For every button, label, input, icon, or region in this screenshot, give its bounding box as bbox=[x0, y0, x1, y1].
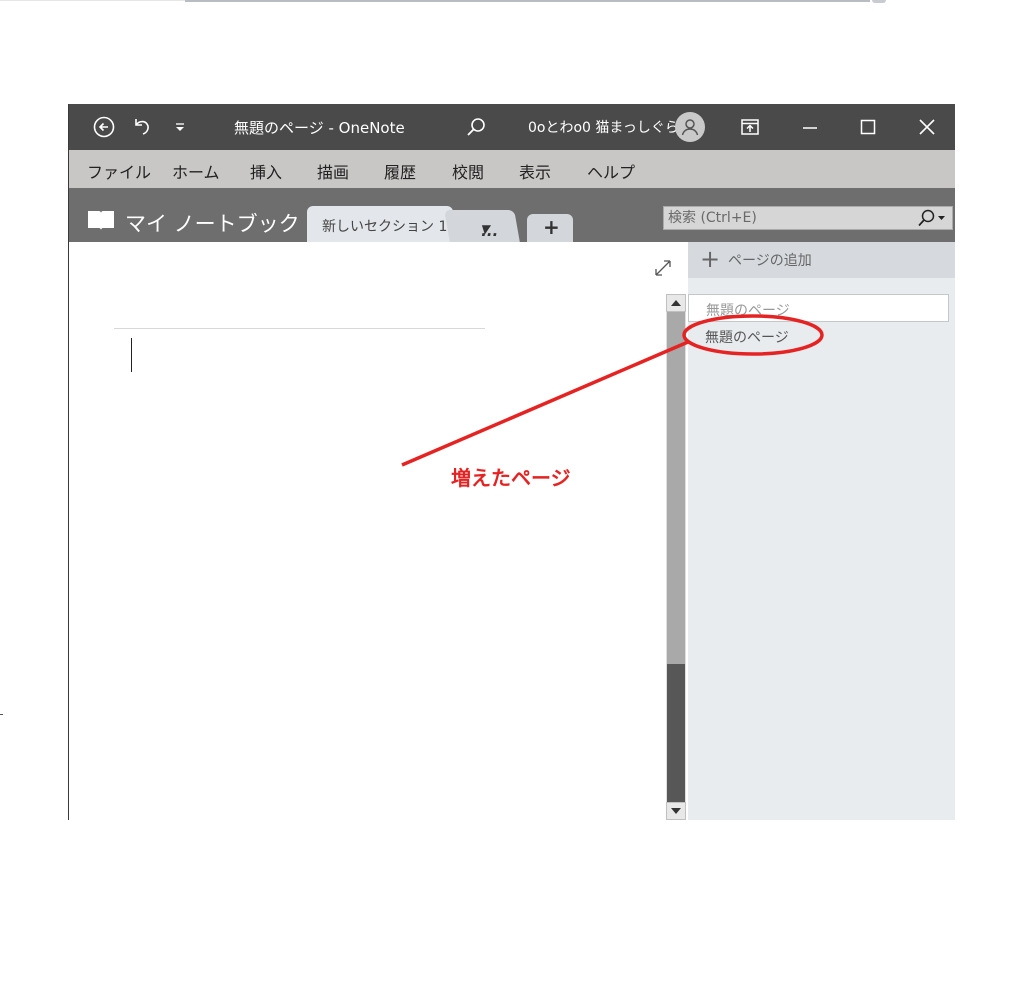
arrow-down-icon bbox=[671, 808, 681, 814]
tab-more-sections[interactable]: ... ▼ bbox=[444, 210, 520, 242]
menu-review[interactable]: 校閲 bbox=[452, 159, 484, 183]
search-input[interactable] bbox=[668, 208, 908, 228]
maximize-icon[interactable] bbox=[855, 114, 881, 140]
menu-help[interactable]: ヘルプ bbox=[587, 159, 635, 183]
ribbon-tabs: ファイル ホーム 挿入 描画 履歴 校閲 表示 ヘルプ bbox=[69, 150, 955, 188]
user-name[interactable]: 0oとわo0 猫まっしぐら bbox=[528, 117, 679, 137]
close-icon[interactable] bbox=[914, 114, 940, 140]
notebook-bar: マイ ノートブック ▼ 新しいセクション 1 ... ▼ + bbox=[69, 188, 955, 242]
notebook-icon[interactable] bbox=[86, 208, 116, 236]
vertical-scrollbar[interactable] bbox=[666, 294, 686, 820]
quick-access-dropdown-icon[interactable] bbox=[169, 114, 191, 140]
menu-history[interactable]: 履歴 bbox=[384, 159, 416, 183]
annotation-label: 増えたページ bbox=[451, 466, 571, 490]
notebook-selector[interactable]: マイ ノートブック ▼ bbox=[125, 208, 322, 238]
menu-file[interactable]: ファイル bbox=[87, 159, 151, 183]
undo-icon[interactable] bbox=[129, 114, 155, 140]
add-page-button[interactable]: + ページの追加 bbox=[688, 242, 955, 278]
expand-icon[interactable] bbox=[653, 258, 673, 282]
add-page-label: ページの追加 bbox=[728, 253, 812, 269]
search-icon[interactable] bbox=[464, 114, 488, 140]
title-bar: 無題のページ - OneNote 0oとわo0 猫まっしぐら bbox=[69, 104, 955, 150]
search-dropdown-icon[interactable] bbox=[914, 208, 948, 232]
screen-edge-line-left bbox=[0, 0, 185, 1]
screen-edge-line bbox=[185, 0, 870, 2]
edge-tick bbox=[0, 714, 3, 715]
page-canvas[interactable] bbox=[69, 242, 671, 820]
page-title: 無題のページ bbox=[706, 303, 790, 319]
text-cursor bbox=[131, 338, 132, 372]
menu-insert[interactable]: 挿入 bbox=[250, 159, 282, 183]
page-list-item[interactable]: 無題のページ bbox=[688, 294, 949, 322]
menu-home[interactable]: ホーム bbox=[172, 159, 220, 183]
ribbon-display-options-icon[interactable] bbox=[737, 114, 763, 140]
page-title-line[interactable] bbox=[114, 328, 485, 329]
notebook-name: マイ ノートブック bbox=[125, 212, 300, 236]
pages-pane: + ページの追加 無題のページ 無題のページ bbox=[688, 242, 955, 820]
scroll-down-button[interactable] bbox=[666, 802, 686, 820]
minimize-icon[interactable] bbox=[797, 114, 823, 140]
tab-section-1[interactable]: 新しいセクション 1 bbox=[307, 206, 453, 242]
avatar[interactable] bbox=[675, 112, 705, 142]
plus-icon: + bbox=[700, 245, 721, 273]
user-icon bbox=[681, 119, 699, 136]
scroll-up-button[interactable] bbox=[666, 294, 686, 312]
search-box[interactable] bbox=[663, 206, 953, 230]
scroll-thumb[interactable] bbox=[667, 664, 685, 802]
page-title: 無題のページ bbox=[705, 330, 789, 346]
screen-edge-corner bbox=[872, 0, 886, 3]
add-section-button[interactable]: + bbox=[527, 214, 573, 242]
window-title: 無題のページ - OneNote bbox=[234, 119, 405, 137]
section-tab-label: 新しいセクション 1 bbox=[322, 219, 448, 235]
menu-draw[interactable]: 描画 bbox=[317, 159, 349, 183]
page-list-item[interactable]: 無題のページ bbox=[688, 322, 949, 350]
add-section-label: + bbox=[543, 215, 560, 239]
arrow-up-icon bbox=[671, 300, 681, 306]
back-icon[interactable] bbox=[91, 114, 117, 140]
scroll-track[interactable] bbox=[667, 312, 685, 664]
menu-view[interactable]: 表示 bbox=[519, 159, 551, 183]
